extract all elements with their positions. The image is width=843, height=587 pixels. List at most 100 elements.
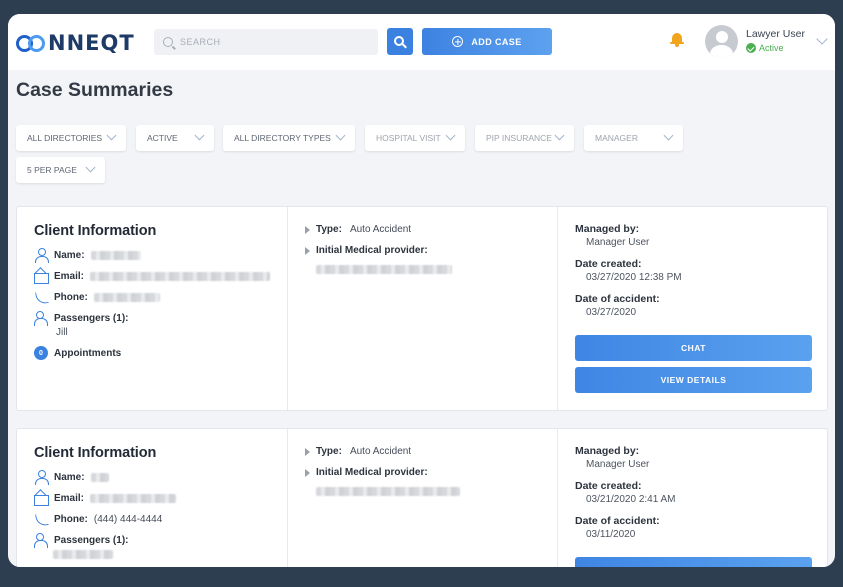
date-accident-value: 03/11/2020	[586, 529, 636, 540]
name-label: Name:	[54, 249, 85, 261]
search-button[interactable]	[387, 28, 413, 55]
notification-bell-icon[interactable]	[670, 32, 684, 47]
type-value: Auto Accident	[349, 446, 412, 457]
filter-label: PIP INSURANCE	[486, 133, 552, 143]
filter-status[interactable]: ACTIVE	[136, 125, 214, 151]
chevron-down-icon	[85, 162, 96, 173]
date-accident-label: Date of accident:	[575, 515, 660, 527]
filter-label: ALL DIRECTORIES	[27, 133, 103, 143]
chat-button[interactable]: CHAT	[575, 335, 812, 361]
chevron-down-icon	[663, 130, 674, 141]
filter-label: HOSPITAL VISIT	[376, 133, 441, 143]
filter-label: ACTIVE	[147, 133, 178, 143]
caret-right-icon	[305, 447, 310, 456]
passengers-icon	[34, 311, 48, 326]
provider-label: Initial Medical provider:	[316, 245, 428, 256]
appointments-label: Appointments	[54, 347, 122, 359]
mail-icon	[34, 269, 49, 284]
view-details-button[interactable]: VIEW DETAILS	[575, 367, 812, 393]
passengers-label: Passengers (1):	[54, 534, 129, 546]
search-icon	[394, 35, 404, 46]
case-info-column: Type: Auto Accident Initial Medical prov…	[287, 207, 558, 410]
filter-label: ALL DIRECTORY TYPES	[234, 133, 331, 143]
search-box[interactable]	[154, 29, 378, 55]
filter-hospital-visit[interactable]: HOSPITAL VISIT	[365, 125, 465, 151]
mail-icon	[34, 491, 49, 506]
filter-pip-insurance[interactable]: PIP INSURANCE	[475, 125, 574, 151]
client-phone-row: Phone: (444) 444-4444	[34, 512, 162, 526]
managed-by-label: Managed by:	[575, 445, 640, 457]
search-icon	[163, 37, 173, 47]
passengers-icon	[34, 533, 48, 548]
case-card: Client Information Name: Email: Phone: (…	[16, 428, 828, 567]
managed-by-label: Managed by:	[575, 223, 640, 235]
client-info-column: Client Information Name: Email: Phone: P…	[17, 207, 287, 410]
chevron-down-icon	[194, 130, 205, 141]
search-input[interactable]	[180, 37, 360, 47]
chevron-down-icon	[445, 130, 456, 141]
provider-row: Initial Medical provider:	[305, 467, 428, 478]
phone-label: Phone:	[54, 513, 88, 525]
redacted-value	[93, 292, 160, 302]
caret-right-icon	[305, 246, 310, 255]
chat-button[interactable]: CHAT	[575, 557, 812, 567]
add-case-button[interactable]: ADD CASE	[422, 28, 552, 55]
client-phone-row: Phone:	[34, 290, 160, 304]
phone-label: Phone:	[54, 291, 88, 303]
date-created-label: Date created:	[575, 258, 642, 270]
redacted-value	[90, 250, 141, 260]
top-bar: NNEQT ADD CASE Lawyer User Active	[8, 14, 835, 70]
redacted-value	[53, 550, 113, 559]
case-info-column: Type: Auto Accident Initial Medical prov…	[287, 429, 558, 567]
caret-right-icon	[305, 468, 310, 477]
caret-right-icon	[305, 225, 310, 234]
client-info-column: Client Information Name: Email: Phone: (…	[17, 429, 287, 567]
managed-by-value: Manager User	[586, 459, 650, 470]
redacted-value	[90, 493, 177, 503]
date-created-value: 03/21/2020 2:41 AM	[586, 494, 676, 505]
date-created-value: 03/27/2020 12:38 PM	[586, 272, 682, 283]
client-email-row: Email:	[34, 491, 177, 506]
filter-directories[interactable]: ALL DIRECTORIES	[16, 125, 126, 151]
provider-label: Initial Medical provider:	[316, 467, 428, 478]
appointments-row[interactable]: 0 Appointments	[34, 346, 121, 360]
chevron-down-icon	[335, 130, 346, 141]
client-name-row: Name:	[34, 470, 109, 485]
card-title: Client Information	[34, 223, 157, 239]
chevron-down-icon	[106, 130, 117, 141]
logo[interactable]: NNEQT	[16, 30, 135, 56]
client-email-row: Email:	[34, 269, 271, 284]
plus-circle-icon	[452, 36, 464, 47]
appointments-count-badge: 0	[34, 346, 48, 360]
logo-text: NNEQT	[48, 31, 135, 55]
client-name-row: Name:	[34, 248, 141, 263]
type-row: Type: Auto Accident	[305, 446, 411, 457]
filter-label: MANAGER	[595, 133, 638, 143]
person-icon	[34, 470, 49, 485]
filter-directory-types[interactable]: ALL DIRECTORY TYPES	[223, 125, 355, 151]
user-status: Active	[746, 43, 784, 53]
type-label: Type:	[316, 446, 342, 457]
chevron-down-icon[interactable]	[816, 33, 828, 45]
redacted-value	[90, 271, 271, 281]
date-accident-value: 03/27/2020	[586, 307, 637, 318]
check-circle-icon	[746, 43, 756, 53]
avatar[interactable]	[705, 25, 738, 58]
logo-mark-icon	[16, 33, 46, 53]
passengers-row: Passengers (1):	[34, 533, 129, 548]
card-title: Client Information	[34, 445, 157, 461]
case-card: Client Information Name: Email: Phone: P…	[16, 206, 828, 411]
redacted-value	[316, 487, 460, 496]
provider-row: Initial Medical provider:	[305, 245, 428, 256]
email-label: Email:	[54, 270, 85, 282]
type-value: Auto Accident	[349, 224, 412, 235]
app-window: NNEQT ADD CASE Lawyer User Active Case S…	[8, 14, 835, 567]
type-label: Type:	[316, 224, 342, 235]
filter-manager[interactable]: MANAGER	[584, 125, 683, 151]
name-label: Name:	[54, 471, 85, 483]
filter-per-page[interactable]: 5 PER PAGE	[16, 157, 105, 183]
email-label: Email:	[54, 492, 85, 504]
managed-by-value: Manager User	[586, 237, 650, 248]
management-column: Managed by: Manager User Date created: 0…	[558, 207, 829, 410]
date-accident-label: Date of accident:	[575, 293, 660, 305]
